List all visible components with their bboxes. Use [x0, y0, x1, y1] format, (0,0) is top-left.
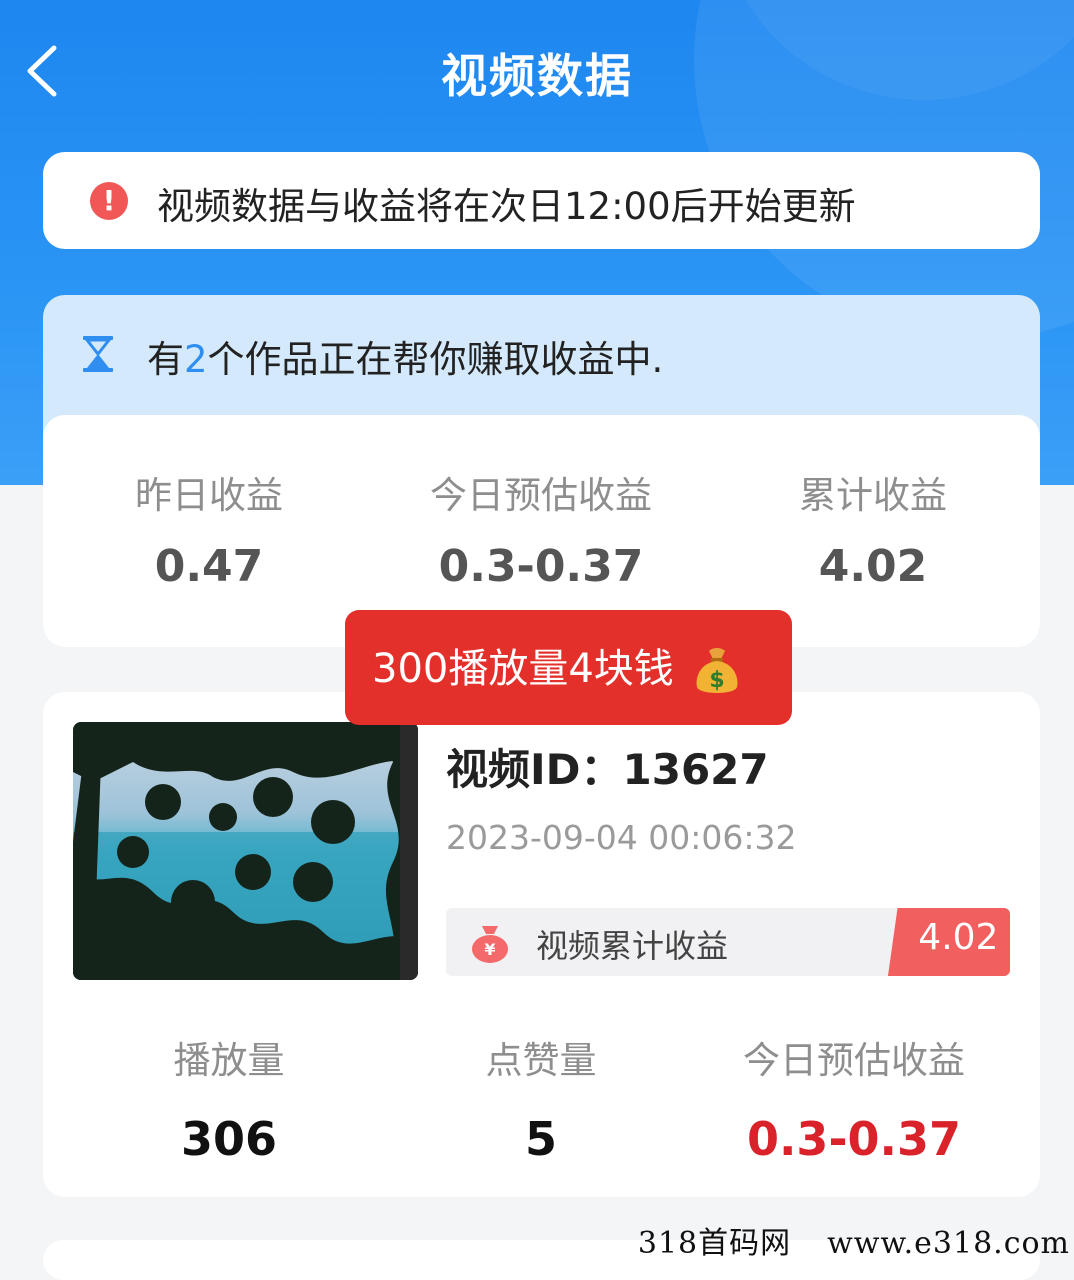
stat-label: 今日预估收益 — [743, 1039, 965, 1082]
thumbnail-image — [73, 722, 418, 980]
stat-value: 5 — [524, 1112, 557, 1166]
video-date: 2023-09-04 00:06:32 — [446, 818, 797, 857]
active-works-text: 有2个作品正在帮你赚取收益中. — [147, 329, 663, 383]
money-bag-icon: $ — [696, 648, 737, 693]
stat-label: 今日预估收益 — [430, 474, 652, 517]
video-stat-likes: 点赞量 5 — [375, 1030, 707, 1166]
video-stat-plays: 播放量 306 — [63, 1030, 395, 1166]
watermark: 318首码网 www.e318.com — [638, 1218, 1070, 1262]
stat-label: 点赞量 — [485, 1039, 597, 1082]
promo-text: 300播放量4块钱 — [372, 646, 674, 692]
svg-text:$: $ — [709, 668, 724, 693]
stat-label: 昨日收益 — [135, 474, 283, 517]
video-earnings-value: 4.02 — [918, 917, 999, 958]
active-works-suffix: 个作品正在帮你赚取收益中. — [207, 338, 664, 381]
video-id: 视频ID：13627 — [446, 745, 769, 794]
stat-label: 累计收益 — [799, 474, 947, 517]
promo-banner: 300播放量4块钱 $ — [345, 610, 792, 725]
video-thumbnail[interactable] — [73, 722, 418, 980]
stat-label: 播放量 — [173, 1039, 285, 1082]
earnings-summary-card: 有2个作品正在帮你赚取收益中. 昨日收益 0.47 今日预估收益 0.3-0.3… — [43, 295, 1040, 647]
stat-value: 306 — [180, 1112, 278, 1166]
update-notice: ! 视频数据与收益将在次日12:00后开始更新 — [43, 152, 1040, 249]
alert-icon: ! — [90, 182, 128, 220]
active-works-count: 2 — [184, 338, 208, 381]
stat-value: 0.3-0.37 — [438, 541, 644, 592]
stat-today-estimate: 今日预估收益 0.3-0.37 — [375, 415, 707, 592]
active-works-prefix: 有 — [147, 338, 184, 381]
stat-value: 0.47 — [154, 541, 264, 592]
stat-yesterday: 昨日收益 0.47 — [43, 415, 375, 592]
svg-text:¥: ¥ — [484, 940, 495, 959]
page-title: 视频数据 — [441, 49, 633, 103]
notice-text: 视频数据与收益将在次日12:00后开始更新 — [157, 185, 856, 228]
video-earnings-label: 视频累计收益 — [536, 927, 729, 965]
stat-value: 4.02 — [818, 541, 928, 592]
video-earnings-value-badge: 4.02 — [886, 908, 1010, 976]
video-card[interactable]: 视频ID：13627 2023-09-04 00:06:32 ¥ 视频累计收益 … — [43, 692, 1040, 1197]
video-stats: 播放量 306 点赞量 5 今日预估收益 0.3-0.37 — [43, 1030, 1040, 1170]
video-stat-today-estimate: 今日预估收益 0.3-0.37 — [688, 1030, 1020, 1166]
stat-total: 累计收益 4.02 — [707, 415, 1039, 592]
moneybag-yen-icon: ¥ — [472, 926, 508, 963]
hourglass-icon — [83, 336, 113, 372]
stat-value: 0.3-0.37 — [746, 1112, 962, 1166]
video-earnings-bar: ¥ 视频累计收益 4.02 — [446, 908, 1010, 976]
